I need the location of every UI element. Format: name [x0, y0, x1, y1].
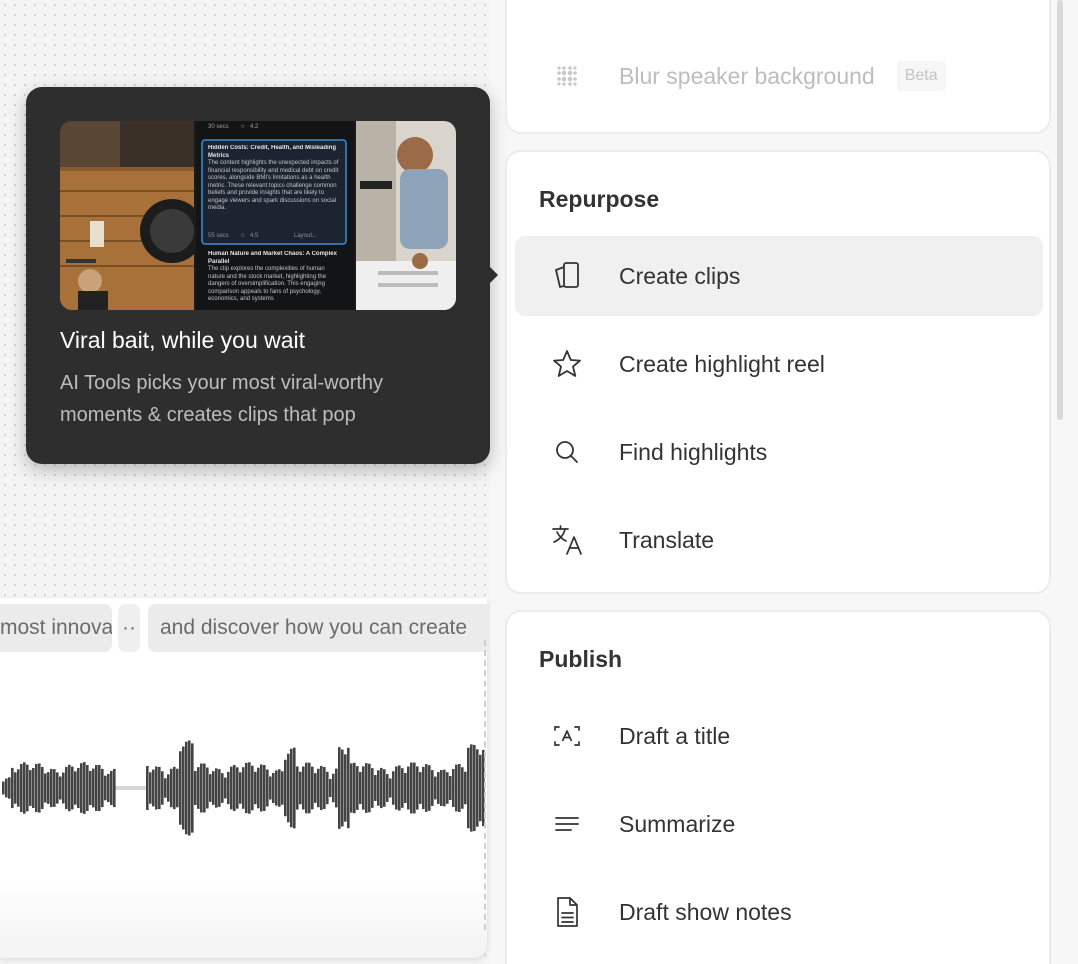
preview-card2-title: Hidden Costs: Credit, Health, and Mislea… [208, 145, 337, 159]
draft-title-item[interactable]: Draft a title [515, 696, 1043, 776]
blur-icon [515, 36, 619, 116]
panel-scrollbar[interactable] [1057, 0, 1063, 420]
translate-item[interactable]: Translate [515, 500, 1043, 580]
audio-waveform[interactable] [0, 730, 486, 840]
blur-background-label: Blur speaker background [619, 62, 875, 89]
tooltip-title: Viral bait, while you wait [60, 327, 306, 353]
star-icon [515, 324, 619, 404]
preview-card2-rating: 4.5 [250, 233, 259, 239]
tooltip-description: AI Tools picks your most viral-worthy mo… [60, 372, 384, 426]
svg-text:☆: ☆ [240, 232, 245, 239]
effects-section: Blur speaker background Beta [505, 0, 1051, 134]
preview-card2-duration: 55 secs [208, 233, 229, 239]
create-clips-label: Create clips [619, 262, 741, 289]
publish-section: Publish Draft a title Summarize Draft sh… [505, 610, 1051, 964]
preview-card2-layout: Layout... [294, 233, 317, 239]
transcript-chip[interactable]: most innovative [0, 604, 112, 652]
create-highlight-reel-item[interactable]: Create highlight reel [515, 324, 1043, 404]
find-highlights-label: Find highlights [619, 438, 768, 465]
preview-card2-text: The content highlights the unexpected im… [208, 160, 339, 211]
translate-label: Translate [619, 526, 715, 553]
playhead-divider [484, 640, 486, 930]
preview-card3-title: Human Nature and Market Chaos: A Complex… [208, 251, 337, 265]
tooltip-arrow [489, 266, 498, 284]
preview-image: 30 secs ☆ 4.2 Hidden Costs: Credit, Heal… [60, 121, 456, 310]
clips-icon [515, 236, 619, 316]
repurpose-section: Repurpose Create clips Create highlight … [505, 150, 1051, 594]
draft-show-notes-item[interactable]: Draft show notes [515, 872, 1043, 952]
feature-tooltip: 30 secs ☆ 4.2 Hidden Costs: Credit, Heal… [26, 87, 490, 464]
summarize-item[interactable]: Summarize [515, 784, 1043, 864]
translate-icon [515, 500, 619, 580]
preview-card3-text: The clip explores the complexities of hu… [208, 266, 327, 302]
summarize-label: Summarize [619, 810, 736, 837]
create-clips-item[interactable]: Create clips [515, 236, 1043, 316]
create-highlight-reel-label: Create highlight reel [619, 350, 825, 377]
transcript-gap-chip[interactable]: ·· [118, 604, 140, 652]
svg-text:☆: ☆ [240, 123, 245, 130]
beta-badge: Beta [896, 61, 946, 91]
summarize-icon [515, 784, 619, 864]
blur-background-item[interactable]: Blur speaker background Beta [515, 36, 1043, 116]
transcript-chip[interactable]: and discover how you can create [148, 604, 490, 652]
draft-title-label: Draft a title [619, 722, 731, 749]
search-icon [515, 412, 619, 492]
document-icon [515, 872, 619, 952]
preview-card1-duration: 30 secs [208, 124, 229, 130]
title-icon [515, 696, 619, 776]
preview-card1-rating: 4.2 [250, 124, 259, 130]
repurpose-heading: Repurpose [539, 186, 660, 212]
find-highlights-item[interactable]: Find highlights [515, 412, 1043, 492]
publish-heading: Publish [539, 646, 623, 672]
draft-show-notes-label: Draft show notes [619, 898, 792, 925]
